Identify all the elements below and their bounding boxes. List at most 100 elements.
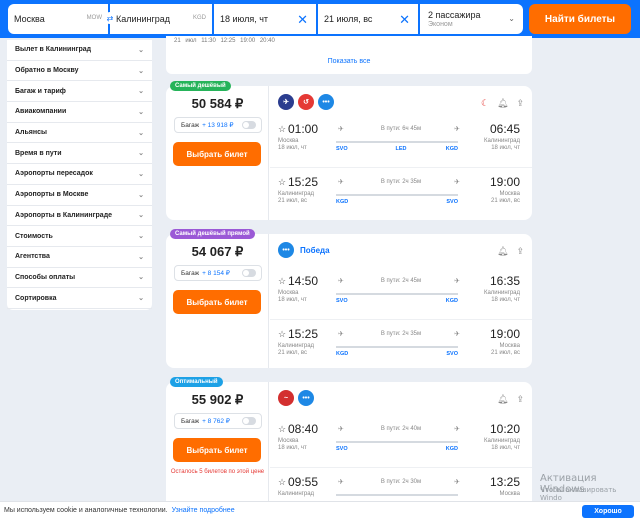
airline-logos: ✈ ↺ ••• <box>278 94 334 110</box>
windows-activation-subtitle: Чтобы активировать Windo <box>540 486 617 502</box>
filter-label: Агентства <box>15 253 50 261</box>
filter-item[interactable]: Сортировка ⌄ <box>7 288 152 309</box>
destination-field[interactable]: Калининград KGD <box>110 4 212 34</box>
baggage-option[interactable]: Багаж + 8 762 ₽ <box>174 413 262 429</box>
filter-item[interactable]: Обратно в Москву ⌄ <box>7 61 152 82</box>
show-all-link[interactable]: Показать все <box>166 58 532 65</box>
flight-segment[interactable]: ☆ 15:25 ✈ В пути: 2ч 35м ✈ 19:00 Калининград 21… <box>278 327 524 367</box>
filter-item[interactable]: Вылет в Калининград ⌄ <box>7 40 152 61</box>
origin-field[interactable]: Москва MOW <box>8 4 108 34</box>
filter-item[interactable]: Агентства ⌄ <box>7 247 152 268</box>
baggage-price: + 8 154 ₽ <box>202 270 230 277</box>
baggage-toggle[interactable] <box>242 121 256 129</box>
departure-airport-code: SVO <box>336 298 348 304</box>
airline-name: Победа <box>300 245 330 255</box>
filter-label: Сортировка <box>15 294 57 302</box>
baggage-toggle[interactable] <box>242 269 256 277</box>
flight-duration: В пути: 2ч 40м <box>380 426 422 432</box>
baggage-option[interactable]: Багаж + 8 154 ₽ <box>174 265 262 281</box>
cookie-bar: Мы используем cookie и аналогичные техно… <box>0 501 640 519</box>
price-panel: 55 902 ₽ Багаж + 8 762 ₽ Выбрать билет Остал… <box>166 382 269 512</box>
arrival-city-name: Калининград <box>483 438 520 444</box>
share-icon[interactable]: ⇪ <box>516 394 524 405</box>
route-line <box>336 194 458 196</box>
clear-return-icon[interactable]: ✕ <box>399 12 410 28</box>
arrival-city-name: Москва <box>499 343 520 349</box>
departure-airport-code: KGD <box>336 351 349 357</box>
airline-logos: ••• Победа <box>278 242 330 258</box>
ticket-price: 54 067 ₽ <box>191 244 244 259</box>
share-icon[interactable]: ⇪ <box>516 246 524 257</box>
chevron-down-icon: ⌄ <box>138 295 144 303</box>
chevron-down-icon: ⌄ <box>138 170 144 178</box>
cookie-ok-button[interactable]: Хорошо <box>582 505 634 518</box>
filter-item[interactable]: Стоимость ⌄ <box>7 226 152 247</box>
flight-segment[interactable]: ☆ 15:25 ✈ В пути: 2ч 35м ✈ 19:00 Калининград 21… <box>278 175 524 215</box>
chevron-down-icon: ⌄ <box>138 67 144 75</box>
find-tickets-button[interactable]: Найти билеты <box>529 4 631 34</box>
arrival-time: 10:20 <box>489 422 520 436</box>
filter-item[interactable]: Альянсы ⌄ <box>7 123 152 144</box>
flight-duration: В пути: 2ч 35м <box>380 179 422 185</box>
arrival-city-name: Калининград <box>483 290 520 296</box>
baggage-label: Багаж <box>181 417 200 425</box>
chevron-down-icon: ⌄ <box>138 108 144 116</box>
destination-code: KGD <box>192 15 206 21</box>
segment-divider <box>270 467 532 468</box>
departure-date-field[interactable]: 18 июля, чт ✕ <box>214 4 316 34</box>
landing-icon: ✈ <box>454 179 460 186</box>
route-line <box>336 141 458 143</box>
bell-icon[interactable]: 🔔︎ <box>497 98 508 109</box>
departure-date-value: 18 июля, чт <box>220 14 269 24</box>
flight-duration: В пути: 6ч 45м <box>380 126 422 132</box>
departure-airport-code: SVO <box>336 446 348 452</box>
filter-item[interactable]: Аэропорты в Москве ⌄ <box>7 185 152 206</box>
card-badge: Оптимальный <box>170 377 223 387</box>
filter-item[interactable]: Время в пути ⌄ <box>7 143 152 165</box>
cookie-text: Мы используем cookie и аналогичные техно… <box>4 507 168 514</box>
clear-departure-icon[interactable]: ✕ <box>297 12 308 28</box>
filter-label: Стоимость <box>15 232 53 240</box>
swap-icon[interactable]: ⇄ <box>104 12 116 24</box>
arrival-date: 21 июл, вс <box>490 198 520 204</box>
return-date-field[interactable]: 21 июля, вс ✕ <box>318 4 418 34</box>
arrival-city: Калининград 18 июл, чт <box>484 290 520 304</box>
origin-value: Москва <box>14 14 45 24</box>
departure-city-name: Москва <box>278 138 299 144</box>
route-line <box>336 293 458 295</box>
share-icon[interactable]: ⇪ <box>516 98 524 109</box>
flight-segment[interactable]: ☆ 08:40 ✈ В пути: 2ч 40м ✈ 10:20 Москва 18 июл,… <box>278 422 524 462</box>
baggage-option[interactable]: Багаж + 13 918 ₽ <box>174 117 262 133</box>
cookie-more-link[interactable]: Узнайте подробнее <box>172 507 235 514</box>
departure-date: 21 июл, вс <box>278 198 308 204</box>
filter-label: Багаж и тариф <box>15 87 66 95</box>
flight-segment[interactable]: ☆ 01:00 ✈ В пути: 6ч 45м ✈ 06:45 Москва 18 июл,… <box>278 122 524 162</box>
select-ticket-button[interactable]: Выбрать билет <box>173 142 261 166</box>
select-ticket-button[interactable]: Выбрать билет <box>173 438 261 462</box>
baggage-toggle[interactable] <box>242 417 256 425</box>
filter-item[interactable]: Способы оплаты ⌄ <box>7 268 152 289</box>
time-options-row: 21 июл 11:30 12:25 19:00 20:40 <box>174 38 275 44</box>
filter-item[interactable]: Аэропорты в Калининграде ⌄ <box>7 206 152 227</box>
flight-duration: В пути: 2ч 30м <box>380 479 422 485</box>
segment-divider <box>270 319 532 320</box>
search-header: Москва MOW ⇄ Калининград KGD 18 июля, чт… <box>0 0 640 38</box>
price-panel: 54 067 ₽ Багаж + 8 154 ₽ Выбрать билет <box>166 234 269 368</box>
arrival-time: 16:35 <box>489 274 520 288</box>
flight-segment[interactable]: ☆ 14:50 ✈ В пути: 2ч 45м ✈ 16:35 Москва 18 июл,… <box>278 274 524 314</box>
chevron-down-icon: ⌄ <box>138 274 144 282</box>
arrival-time: 19:00 <box>489 175 520 189</box>
bell-icon[interactable]: 🔔︎ <box>497 246 508 257</box>
departure-city: Москва 18 июл, чт <box>278 290 307 304</box>
chevron-down-icon: ⌄ <box>138 191 144 199</box>
filter-item[interactable]: Багаж и тариф ⌄ <box>7 81 152 103</box>
filter-label: Авиакомпании <box>15 108 67 116</box>
passengers-field[interactable]: 2 пассажира Эконом ⌄ <box>420 4 523 34</box>
route-line <box>336 441 458 443</box>
filter-item[interactable]: Авиакомпании ⌄ <box>7 102 152 123</box>
arrival-airport-code: KGD <box>445 146 458 152</box>
bell-icon[interactable]: 🔔︎ <box>497 394 508 405</box>
filter-item[interactable]: Аэропорты пересадок ⌄ <box>7 164 152 185</box>
select-ticket-button[interactable]: Выбрать билет <box>173 290 261 314</box>
previous-result-card: 21 июл 11:30 12:25 19:00 20:40 Показать … <box>166 36 532 74</box>
